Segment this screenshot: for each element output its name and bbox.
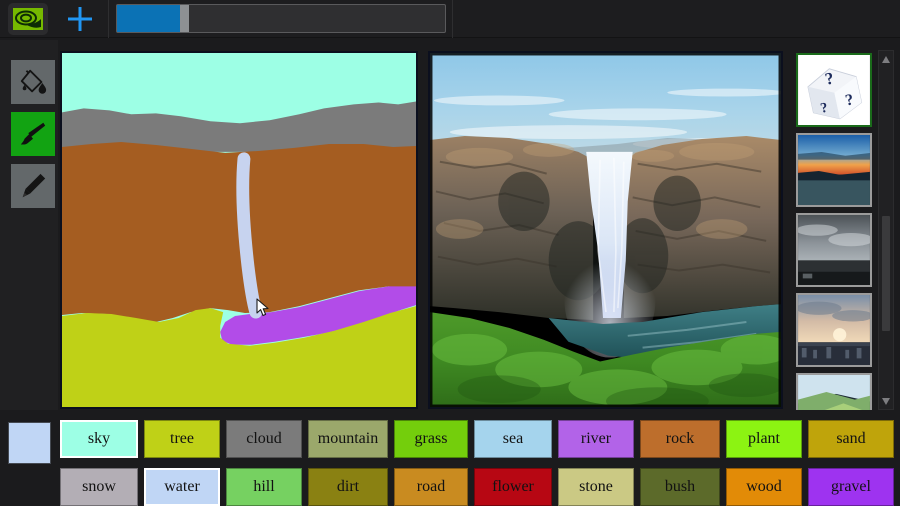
palette-swatch-road[interactable]: road [394, 468, 468, 506]
dice-question-icon: ? ? ? [798, 55, 870, 125]
palette-swatch-sand[interactable]: sand [808, 420, 894, 458]
generated-image [430, 53, 781, 407]
palette-swatch-label: gravel [831, 478, 871, 495]
palette-swatch-stone[interactable]: stone [558, 468, 634, 506]
current-color-indicator [8, 422, 51, 464]
palette-swatch-cloud[interactable]: cloud [226, 420, 302, 458]
tool-palette [0, 40, 58, 410]
brush-size-slider[interactable] [116, 4, 446, 33]
palette-swatch-label: water [164, 478, 200, 495]
palette-swatch-grass[interactable]: grass [394, 420, 468, 458]
palette-swatch-water[interactable]: water [144, 468, 220, 506]
palette-swatch-snow[interactable]: snow [60, 468, 138, 506]
plus-icon[interactable] [60, 2, 100, 36]
style-preview-overcast [798, 215, 870, 285]
pencil-tool-button[interactable] [11, 164, 55, 208]
palette-swatch-dirt[interactable]: dirt [308, 468, 388, 506]
style-thumbnail-4[interactable] [796, 373, 872, 410]
segmentation-drawing[interactable] [62, 53, 416, 407]
top-toolbar [0, 0, 900, 38]
palette-swatch-gravel[interactable]: gravel [808, 468, 894, 506]
palette-swatch-label: dirt [336, 478, 360, 495]
style-gallery-scrollbar[interactable] [878, 50, 894, 410]
gaugan-app-window: ? ? ? sky tree cloud mountain grass sea … [0, 0, 900, 506]
palette-swatch-label: bush [664, 478, 696, 495]
fill-tool-button[interactable] [11, 60, 55, 104]
style-thumbnail-1[interactable] [796, 133, 872, 207]
brush-tool-button[interactable] [11, 112, 55, 156]
triangle-up-icon[interactable] [880, 53, 892, 65]
palette-swatch-label: road [416, 478, 446, 495]
palette-swatch-label: river [580, 430, 612, 447]
palette-swatch-label: sky [87, 430, 111, 447]
toolbar-divider [108, 0, 109, 38]
palette-swatch-flower[interactable]: flower [474, 468, 552, 506]
style-thumbnail-2[interactable] [796, 213, 872, 287]
style-thumbnail-random[interactable]: ? ? ? [796, 53, 872, 127]
palette-swatch-label: wood [746, 478, 782, 495]
scrollbar-thumb[interactable] [882, 216, 890, 331]
palette-swatch-sea[interactable]: sea [474, 420, 552, 458]
palette-swatch-label: mountain [317, 430, 379, 447]
palette-swatch-label: tree [170, 430, 194, 447]
palette-swatch-label: stone [579, 478, 613, 495]
palette-swatch-tree[interactable]: tree [144, 420, 220, 458]
style-preview-painted [798, 375, 870, 410]
palette-swatch-label: sand [836, 430, 866, 447]
nvidia-eye-logo-icon[interactable] [8, 3, 48, 35]
palette-swatch-sky[interactable]: sky [60, 420, 138, 458]
slider-fill [117, 5, 180, 32]
palette-swatch-label: snow [82, 478, 116, 495]
palette-swatch-rock[interactable]: rock [640, 420, 720, 458]
palette-swatch-label: plant [748, 430, 780, 447]
style-preview-sunset [798, 135, 870, 205]
palette-swatch-label: grass [414, 430, 448, 447]
segmentation-canvas[interactable] [60, 51, 418, 409]
palette-swatch-label: rock [665, 430, 695, 447]
style-thumbnail-3[interactable] [796, 293, 872, 367]
palette-swatch-bush[interactable]: bush [640, 468, 720, 506]
palette-swatch-river[interactable]: river [558, 420, 634, 458]
palette-swatch-label: sea [502, 430, 524, 447]
palette-swatch-wood[interactable]: wood [726, 468, 802, 506]
slider-handle[interactable] [179, 5, 189, 32]
label-palette: sky tree cloud mountain grass sea river rock pla… [0, 410, 900, 506]
palette-swatch-label: hill [253, 478, 275, 495]
triangle-down-icon[interactable] [880, 395, 892, 407]
style-gallery[interactable]: ? ? ? [793, 50, 875, 410]
style-preview-sunrise [798, 295, 870, 365]
generated-image-panel [428, 51, 783, 409]
palette-swatch-mountain[interactable]: mountain [308, 420, 388, 458]
palette-swatch-label: flower [492, 478, 534, 495]
palette-swatch-plant[interactable]: plant [726, 420, 802, 458]
toolbar-divider-right [452, 0, 453, 38]
palette-swatch-label: cloud [246, 430, 282, 447]
palette-swatch-hill[interactable]: hill [226, 468, 302, 506]
